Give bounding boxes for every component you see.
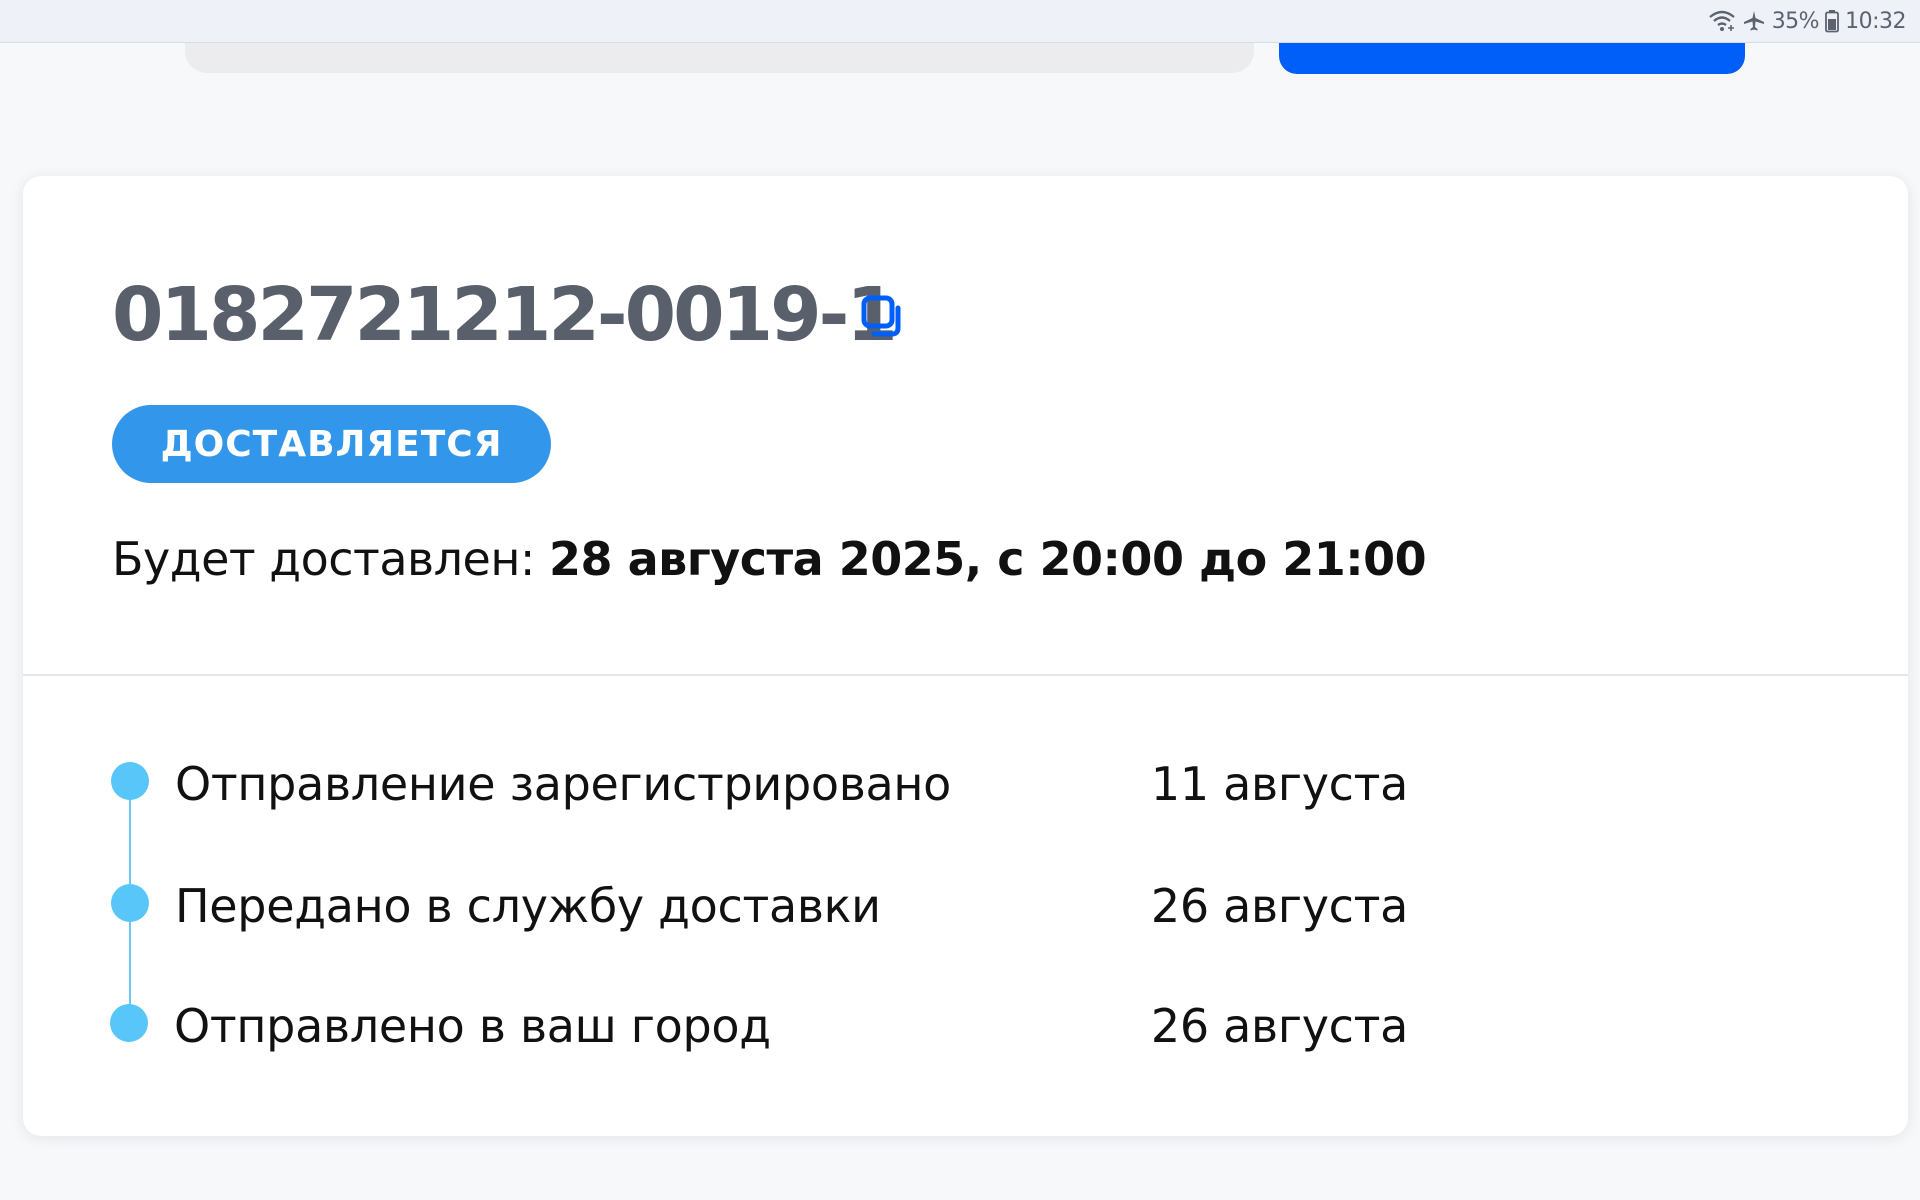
airplane-icon — [1742, 9, 1766, 33]
timeline-event-date: 11 августа — [1150, 757, 1408, 811]
status-badge: ДОСТАВЛЯЕТСЯ — [112, 405, 551, 483]
battery-percent: 35% — [1771, 8, 1820, 34]
search-button[interactable] — [1279, 43, 1745, 74]
battery-icon — [1825, 9, 1839, 33]
divider — [23, 674, 1908, 676]
timeline-dot — [111, 884, 149, 922]
wifi-icon — [1708, 10, 1736, 32]
delivery-estimate: Будет доставлен: 28 августа 2025, с 20:0… — [112, 532, 1427, 586]
timeline-event-date: 26 августа — [1150, 879, 1408, 933]
timeline-event-label: Отправление зарегистрировано — [175, 757, 952, 811]
status-bar: 35% 10:32 — [0, 0, 1920, 43]
timeline-event-label: Передано в службу доставки — [175, 879, 881, 933]
timeline-dot — [110, 1004, 148, 1042]
search-input[interactable] — [185, 43, 1254, 73]
timeline-dot — [111, 762, 149, 800]
tracking-number: 0182721212-0019-1 — [112, 272, 898, 358]
clock: 10:32 — [1845, 8, 1906, 34]
timeline-event-label: Отправлено в ваш город — [174, 999, 771, 1053]
delivery-date: 28 августа 2025, с 20:00 до 21:00 — [549, 532, 1427, 586]
copy-icon[interactable] — [858, 292, 910, 344]
timeline-event-date: 26 августа — [1150, 999, 1408, 1053]
delivery-label: Будет доставлен: — [112, 532, 535, 586]
